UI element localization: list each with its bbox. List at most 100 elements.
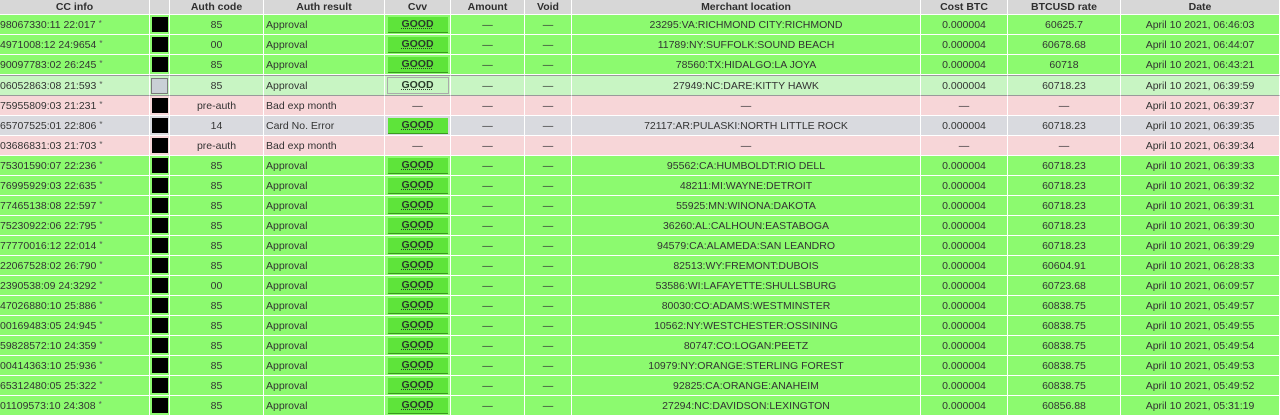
- table-row[interactable]: 90097783:02 26:245 * 85 Approval GOOD — —78560…: [0, 55, 1280, 75]
- cvv-status-text: GOOD: [401, 198, 434, 211]
- select-cell[interactable]: [150, 396, 170, 416]
- row-checkbox[interactable]: [151, 118, 168, 133]
- cvv-good-badge[interactable]: GOOD: [387, 357, 448, 374]
- row-checkbox[interactable]: [151, 77, 168, 94]
- table-row[interactable]: 01109573:10 24:308 * 85 Approval GOOD — —27294…: [0, 396, 1280, 416]
- table-row[interactable]: 59828572:10 24:359 * 85 Approval GOOD — —80747…: [0, 336, 1280, 356]
- table-row[interactable]: 47026880:10 25:886 * 85 Approval GOOD — —80030…: [0, 296, 1280, 316]
- col-date[interactable]: Date: [1121, 0, 1280, 15]
- select-cell[interactable]: [150, 75, 170, 96]
- cvv-good-badge[interactable]: GOOD: [387, 397, 448, 414]
- col-amount[interactable]: Amount: [451, 0, 525, 15]
- row-checkbox[interactable]: [151, 398, 168, 413]
- cc-info-cell: 03686831:03 21:703 *: [0, 136, 150, 156]
- col-void[interactable]: Void: [525, 0, 572, 15]
- col-cvv[interactable]: Cvv: [385, 0, 451, 15]
- cvv-good-badge[interactable]: GOOD: [387, 337, 448, 354]
- table-row[interactable]: 22067528:02 26:790 * 85 Approval GOOD — —82513…: [0, 256, 1280, 276]
- cvv-good-badge[interactable]: GOOD: [387, 237, 448, 254]
- select-cell[interactable]: [150, 256, 170, 276]
- cvv-good-badge[interactable]: GOOD: [387, 257, 448, 274]
- col-cost-btc[interactable]: Cost BTC: [921, 0, 1008, 15]
- table-row[interactable]: 00169483:05 24:945 * 85 Approval GOOD — —10562…: [0, 316, 1280, 336]
- select-cell[interactable]: [150, 336, 170, 356]
- row-checkbox[interactable]: [151, 37, 168, 52]
- select-cell[interactable]: [150, 55, 170, 75]
- amount-cell: —: [451, 276, 525, 296]
- select-cell[interactable]: [150, 196, 170, 216]
- amount-cell: —: [451, 136, 525, 156]
- row-checkbox[interactable]: [151, 318, 168, 333]
- cvv-good-badge[interactable]: GOOD: [387, 16, 448, 33]
- row-checkbox[interactable]: [151, 198, 168, 213]
- col-merchant-location[interactable]: Merchant location: [572, 0, 921, 15]
- row-checkbox[interactable]: [151, 338, 168, 353]
- cvv-good-badge[interactable]: GOOD: [387, 56, 448, 73]
- row-checkbox[interactable]: [151, 258, 168, 273]
- row-checkbox[interactable]: [151, 358, 168, 373]
- cvv-good-badge[interactable]: GOOD: [387, 277, 448, 294]
- cvv-good-badge[interactable]: GOOD: [387, 36, 448, 53]
- cvv-good-badge[interactable]: GOOD: [387, 197, 448, 214]
- select-cell[interactable]: [150, 156, 170, 176]
- select-cell[interactable]: [150, 376, 170, 396]
- select-cell[interactable]: [150, 96, 170, 116]
- table-row[interactable]: 75955809:03 21:231 * pre-auth Bad exp month…: [0, 96, 1280, 116]
- row-checkbox[interactable]: [151, 57, 168, 72]
- select-cell[interactable]: [150, 116, 170, 136]
- select-cell[interactable]: [150, 316, 170, 336]
- select-cell[interactable]: [150, 356, 170, 376]
- cvv-good-badge[interactable]: GOOD: [387, 217, 448, 234]
- cvv-good-badge[interactable]: GOOD: [386, 77, 449, 94]
- table-row[interactable]: 65312480:05 25:322 * 85 Approval GOOD — —92825…: [0, 376, 1280, 396]
- table-row[interactable]: 77465138:08 22:597 * 85 Approval GOOD — —55925…: [0, 196, 1280, 216]
- select-cell[interactable]: [150, 136, 170, 156]
- cvv-status-text: GOOD: [401, 378, 434, 391]
- select-cell[interactable]: [150, 296, 170, 316]
- asterisk-icon: *: [99, 259, 103, 269]
- table-row[interactable]: 4971008:12 24:9654 * 00 Approval GOOD — —11789…: [0, 35, 1280, 55]
- row-checkbox[interactable]: [151, 238, 168, 253]
- select-cell[interactable]: [150, 15, 170, 35]
- cost-btc-cell: 0.000004: [921, 236, 1008, 256]
- cvv-good-badge[interactable]: GOOD: [387, 177, 448, 194]
- table-row[interactable]: 65707525:01 22:806 * 14 Card No. Error GOOD —…: [0, 116, 1280, 136]
- row-checkbox[interactable]: [151, 98, 168, 113]
- col-auth-code[interactable]: Auth code: [170, 0, 264, 15]
- row-checkbox[interactable]: [151, 218, 168, 233]
- row-checkbox[interactable]: [151, 158, 168, 173]
- cvv-good-badge[interactable]: GOOD: [387, 297, 448, 314]
- cvv-status-text: GOOD: [401, 298, 434, 311]
- table-row[interactable]: 77770016:12 22:014 * 85 Approval GOOD — —94579…: [0, 236, 1280, 256]
- select-cell[interactable]: [150, 276, 170, 296]
- cvv-good-badge[interactable]: GOOD: [387, 317, 448, 334]
- table-row[interactable]: 75301590:07 22:236 * 85 Approval GOOD — —95562…: [0, 156, 1280, 176]
- cvv-good-badge[interactable]: GOOD: [387, 117, 448, 134]
- row-checkbox[interactable]: [151, 298, 168, 313]
- table-row[interactable]: 75230922:06 22:795 * 85 Approval GOOD — —36260…: [0, 216, 1280, 236]
- select-cell[interactable]: [150, 236, 170, 256]
- cvv-status-text: GOOD: [401, 118, 434, 131]
- row-checkbox[interactable]: [151, 278, 168, 293]
- col-cc-info[interactable]: CC info: [0, 0, 150, 15]
- asterisk-icon: *: [98, 18, 102, 28]
- row-checkbox[interactable]: [151, 138, 168, 153]
- col-btcusd-rate[interactable]: BTCUSD rate: [1008, 0, 1121, 15]
- table-row[interactable]: 06052863:08 21:593 * 85 Approval GOOD — —27949…: [0, 75, 1280, 96]
- select-cell[interactable]: [150, 216, 170, 236]
- table-row[interactable]: 76995929:03 22:635 * 85 Approval GOOD — —48211…: [0, 176, 1280, 196]
- col-auth-result[interactable]: Auth result: [264, 0, 385, 15]
- cvv-good-badge[interactable]: GOOD: [387, 157, 448, 174]
- table-row[interactable]: 2390538:09 24:3292 * 00 Approval GOOD — —53586…: [0, 276, 1280, 296]
- row-checkbox[interactable]: [151, 17, 168, 32]
- row-checkbox[interactable]: [151, 178, 168, 193]
- select-cell[interactable]: [150, 176, 170, 196]
- table-row[interactable]: 00414363:10 25:936 * 85 Approval GOOD — —10979…: [0, 356, 1280, 376]
- amount-cell: —: [451, 396, 525, 416]
- table-row[interactable]: 03686831:03 21:703 * pre-auth Bad exp month…: [0, 136, 1280, 156]
- table-row[interactable]: 98067330:11 22:017 * 85 Approval GOOD — —23295…: [0, 15, 1280, 35]
- select-cell[interactable]: [150, 35, 170, 55]
- void-cell: —: [525, 236, 572, 256]
- row-checkbox[interactable]: [151, 378, 168, 393]
- cvv-good-badge[interactable]: GOOD: [387, 377, 448, 394]
